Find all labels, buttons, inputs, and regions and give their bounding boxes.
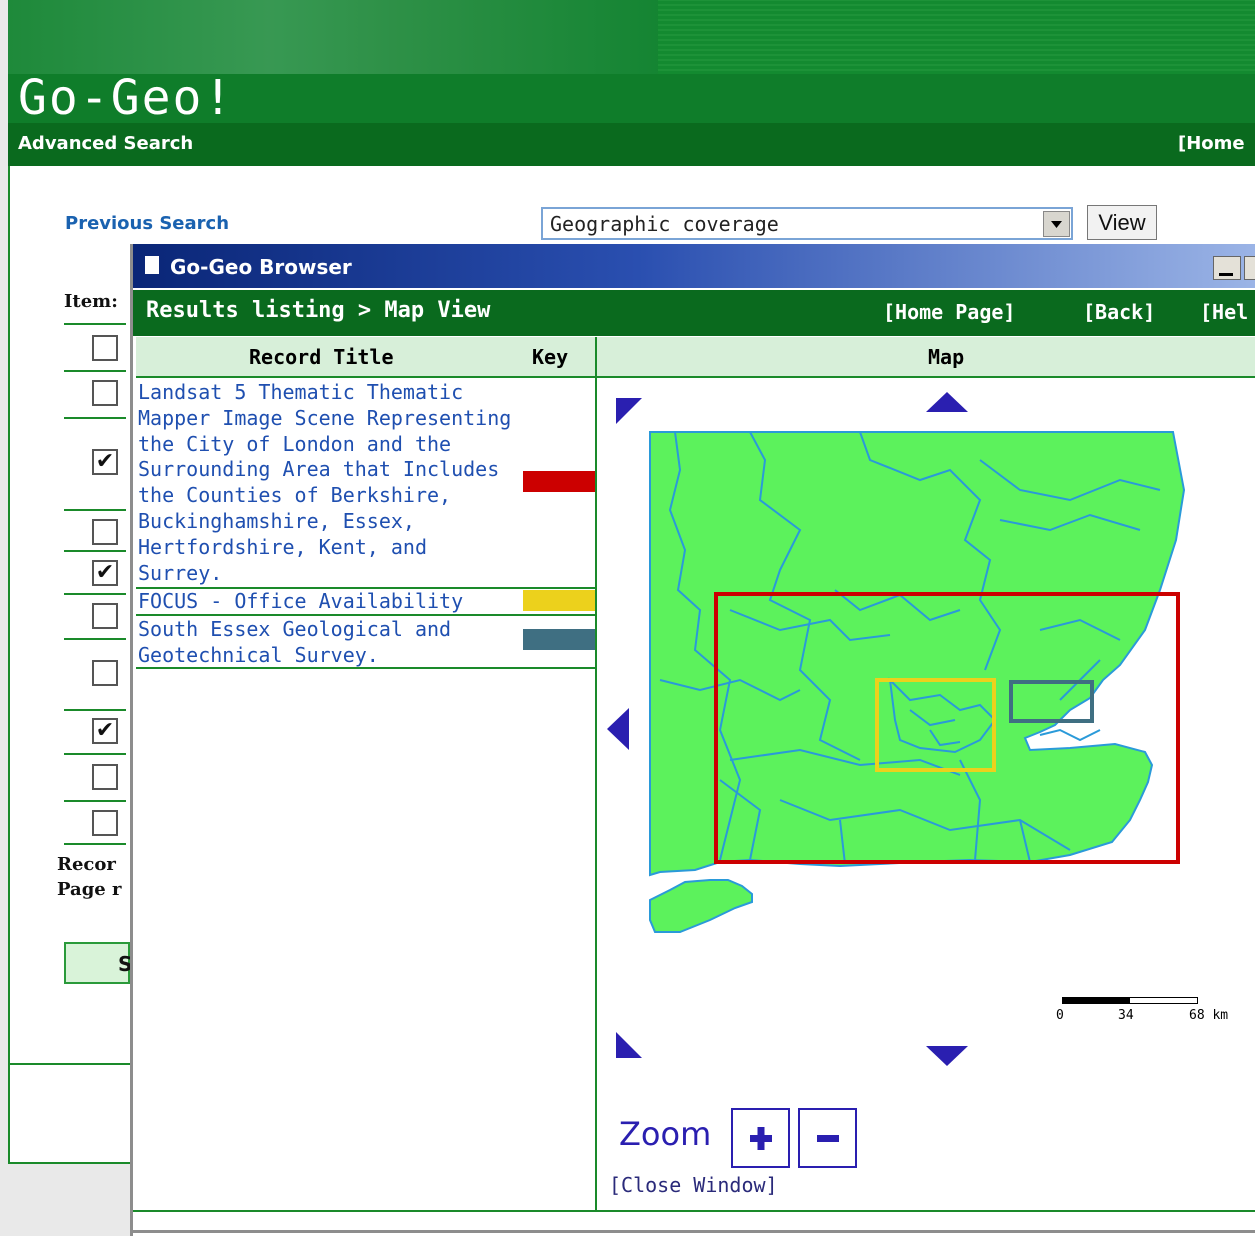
- banner-map-graphic: [8, 0, 658, 74]
- scale-label: 34: [1118, 1008, 1134, 1023]
- section-bar: [8, 123, 1255, 166]
- record-title-link[interactable]: Landsat 5 Thematic Thematic Mapper Image…: [138, 380, 518, 586]
- record-title-link[interactable]: FOCUS - Office Availability: [138, 589, 518, 615]
- record-key-swatch: [523, 471, 595, 492]
- popup-footer-divider: [133, 1210, 1255, 1212]
- map-header: Map: [928, 345, 965, 369]
- home-page-link[interactable]: [Home Page]: [883, 300, 1015, 324]
- record-key-swatch: [523, 629, 595, 650]
- item-checkbox[interactable]: ✔: [92, 718, 118, 744]
- popup-window-border: [133, 1230, 1255, 1233]
- scale-label: 0: [1056, 1008, 1064, 1023]
- section-title: Advanced Search: [18, 133, 194, 154]
- pan-southwest-arrow-icon[interactable]: [616, 1032, 644, 1060]
- maximize-button[interactable]: [1244, 256, 1255, 280]
- item-checkbox[interactable]: [92, 764, 118, 790]
- item-checkbox[interactable]: [92, 335, 118, 361]
- item-checkbox[interactable]: [92, 810, 118, 836]
- back-link[interactable]: [Back]: [1083, 300, 1155, 324]
- record-title-link[interactable]: South Essex Geological and Geotechnical …: [138, 617, 518, 669]
- breadcrumb: Results listing > Map View: [146, 298, 491, 323]
- scale-label: 68 km: [1189, 1008, 1229, 1023]
- view-button[interactable]: View: [1087, 205, 1157, 240]
- record-row-divider: [136, 614, 596, 616]
- item-checkbox[interactable]: [92, 603, 118, 629]
- record-key-swatch: [523, 590, 595, 611]
- row-divider: [64, 709, 126, 711]
- items-column-header: Item:: [64, 291, 118, 312]
- pan-south-arrow-icon[interactable]: [926, 1046, 968, 1068]
- row-divider: [64, 323, 126, 325]
- banner-stripes: [658, 0, 1255, 74]
- close-window-link[interactable]: [Close Window]: [609, 1173, 778, 1197]
- submit-button[interactable]: S: [64, 942, 132, 984]
- home-link[interactable]: [Home: [1178, 133, 1245, 154]
- pan-northwest-arrow-icon[interactable]: [616, 398, 644, 426]
- scale-bar: [1062, 997, 1198, 1004]
- item-checkbox[interactable]: ✔: [92, 449, 118, 475]
- zoom-out-button[interactable]: [798, 1108, 857, 1168]
- row-divider: [64, 550, 126, 552]
- item-checkbox[interactable]: ✔: [92, 560, 118, 586]
- zoom-in-button[interactable]: [731, 1108, 790, 1168]
- row-divider: [64, 509, 126, 511]
- row-divider: [64, 753, 126, 755]
- pan-north-arrow-icon[interactable]: [926, 392, 968, 414]
- row-divider: [64, 843, 126, 845]
- header-divider: [136, 376, 1255, 378]
- key-header: Key: [532, 345, 569, 369]
- popup-window-title: Go-Geo Browser: [170, 255, 352, 279]
- footer-divider: [8, 1063, 130, 1065]
- plus-icon: [750, 1127, 772, 1150]
- row-divider: [64, 638, 126, 640]
- minimize-icon: [1219, 273, 1233, 276]
- row-divider: [64, 370, 126, 372]
- records-per-page-label: Recor Page r: [57, 852, 122, 902]
- record-title-header: Record Title: [249, 345, 394, 369]
- coverage-map[interactable]: [600, 380, 1250, 1080]
- item-checkbox[interactable]: [92, 380, 118, 406]
- help-link[interactable]: [Hel: [1200, 300, 1248, 324]
- previous-search-link[interactable]: Previous Search: [65, 213, 229, 234]
- item-checkbox[interactable]: [92, 519, 118, 545]
- column-divider: [595, 337, 597, 1211]
- records-label-line: Page r: [57, 879, 122, 900]
- record-row-divider: [136, 667, 596, 669]
- minus-icon: [817, 1135, 839, 1142]
- row-divider: [64, 800, 126, 802]
- document-icon: [145, 256, 159, 274]
- minimize-button[interactable]: [1213, 256, 1241, 280]
- row-divider: [64, 417, 126, 419]
- zoom-label: Zoom: [619, 1115, 712, 1153]
- dropdown-arrow-icon[interactable]: [1043, 211, 1070, 237]
- item-checkbox[interactable]: [92, 660, 118, 686]
- row-divider: [64, 593, 126, 595]
- view-type-selected: Geographic coverage: [550, 212, 779, 236]
- site-logo: Go-Geo!: [18, 70, 235, 126]
- pan-west-arrow-icon[interactable]: [607, 708, 631, 750]
- records-label-line: Recor: [57, 854, 116, 875]
